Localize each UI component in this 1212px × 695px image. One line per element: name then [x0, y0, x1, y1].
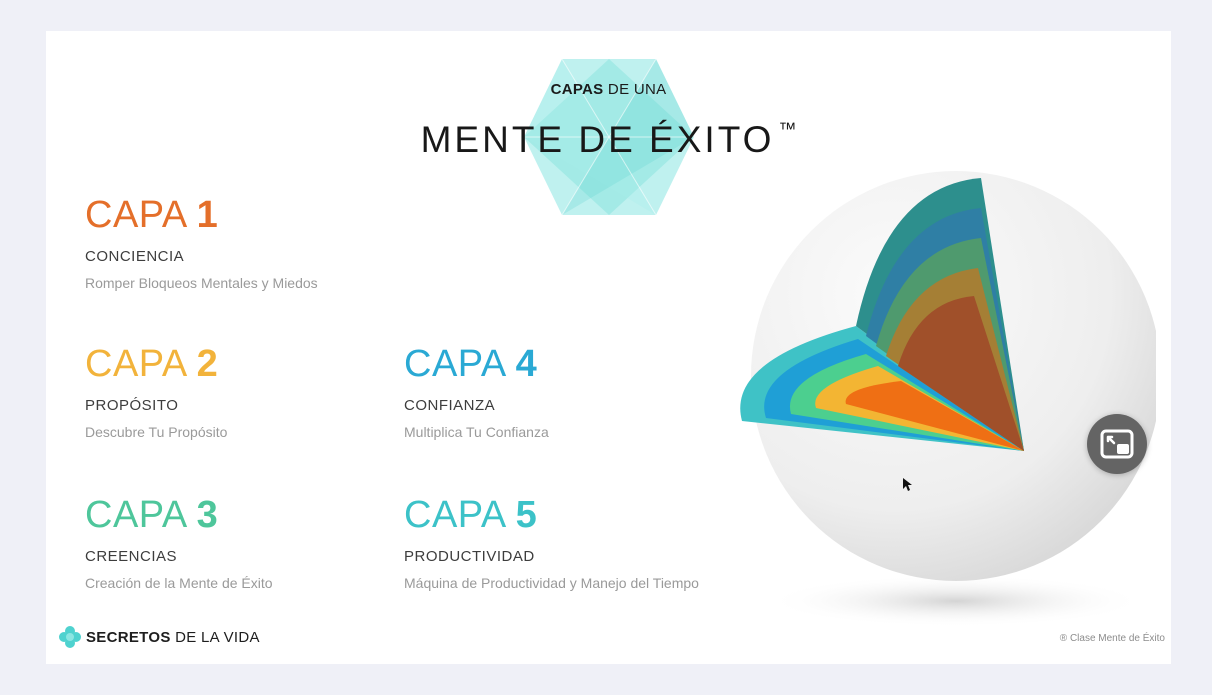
- presentation-slide: CAPAS DE UNA MENTE DE ÉXITO ™ CAPA 1 CONC…: [46, 31, 1171, 664]
- copyright-text: ® Clase Mente de Éxito: [1059, 633, 1165, 644]
- layer-2-title: CAPA 2: [85, 343, 219, 385]
- layer-3-description: Creación de la Mente de Éxito: [85, 575, 273, 591]
- layer-5-description: Máquina de Productividad y Manejo del Ti…: [404, 575, 699, 591]
- slide-title: MENTE DE ÉXITO ™: [420, 118, 797, 160]
- mouse-cursor-icon: [903, 478, 912, 491]
- layer-1-name: CONCIENCIA: [85, 248, 185, 265]
- layer-4-description: Multiplica Tu Confianza: [404, 424, 549, 440]
- layer-3-name: CREENCIAS: [85, 548, 178, 565]
- layer-5: CAPA 5 PRODUCTIVIDAD Máquina de Producti…: [404, 495, 699, 591]
- layer-4-name: CONFIANZA: [404, 397, 496, 414]
- layer-4-title: CAPA 4: [404, 343, 538, 385]
- brand-name: SECRETOS DE LA VIDA: [86, 628, 260, 646]
- layer-1: CAPA 1 CONCIENCIA Romper Bloqueos Mental…: [85, 195, 318, 291]
- layer-2-name: PROPÓSITO: [85, 397, 179, 414]
- layer-3: CAPA 3 CREENCIAS Creación de la Mente de…: [85, 495, 273, 591]
- slide-eyebrow: CAPAS DE UNA: [550, 81, 667, 98]
- layer-1-description: Romper Bloqueos Mentales y Miedos: [85, 275, 318, 291]
- trademark-symbol: ™: [778, 118, 797, 139]
- layer-2: CAPA 2 PROPÓSITO Descubre Tu Propósito: [85, 344, 227, 440]
- layer-5-title: CAPA 5: [404, 494, 538, 536]
- flower-logo-icon: [59, 626, 81, 648]
- layered-sphere-illustration: [740, 171, 1156, 627]
- layer-2-description: Descubre Tu Propósito: [85, 424, 228, 440]
- layer-1-title: CAPA 1: [85, 194, 219, 236]
- picture-in-picture-button[interactable]: [1087, 414, 1147, 474]
- picture-in-picture-icon: [1100, 429, 1134, 459]
- layer-5-name: PRODUCTIVIDAD: [404, 548, 535, 565]
- layer-3-title: CAPA 3: [85, 494, 219, 536]
- layer-4: CAPA 4 CONFIANZA Multiplica Tu Confianza: [404, 344, 549, 440]
- brand-logo: SECRETOS DE LA VIDA: [58, 625, 260, 649]
